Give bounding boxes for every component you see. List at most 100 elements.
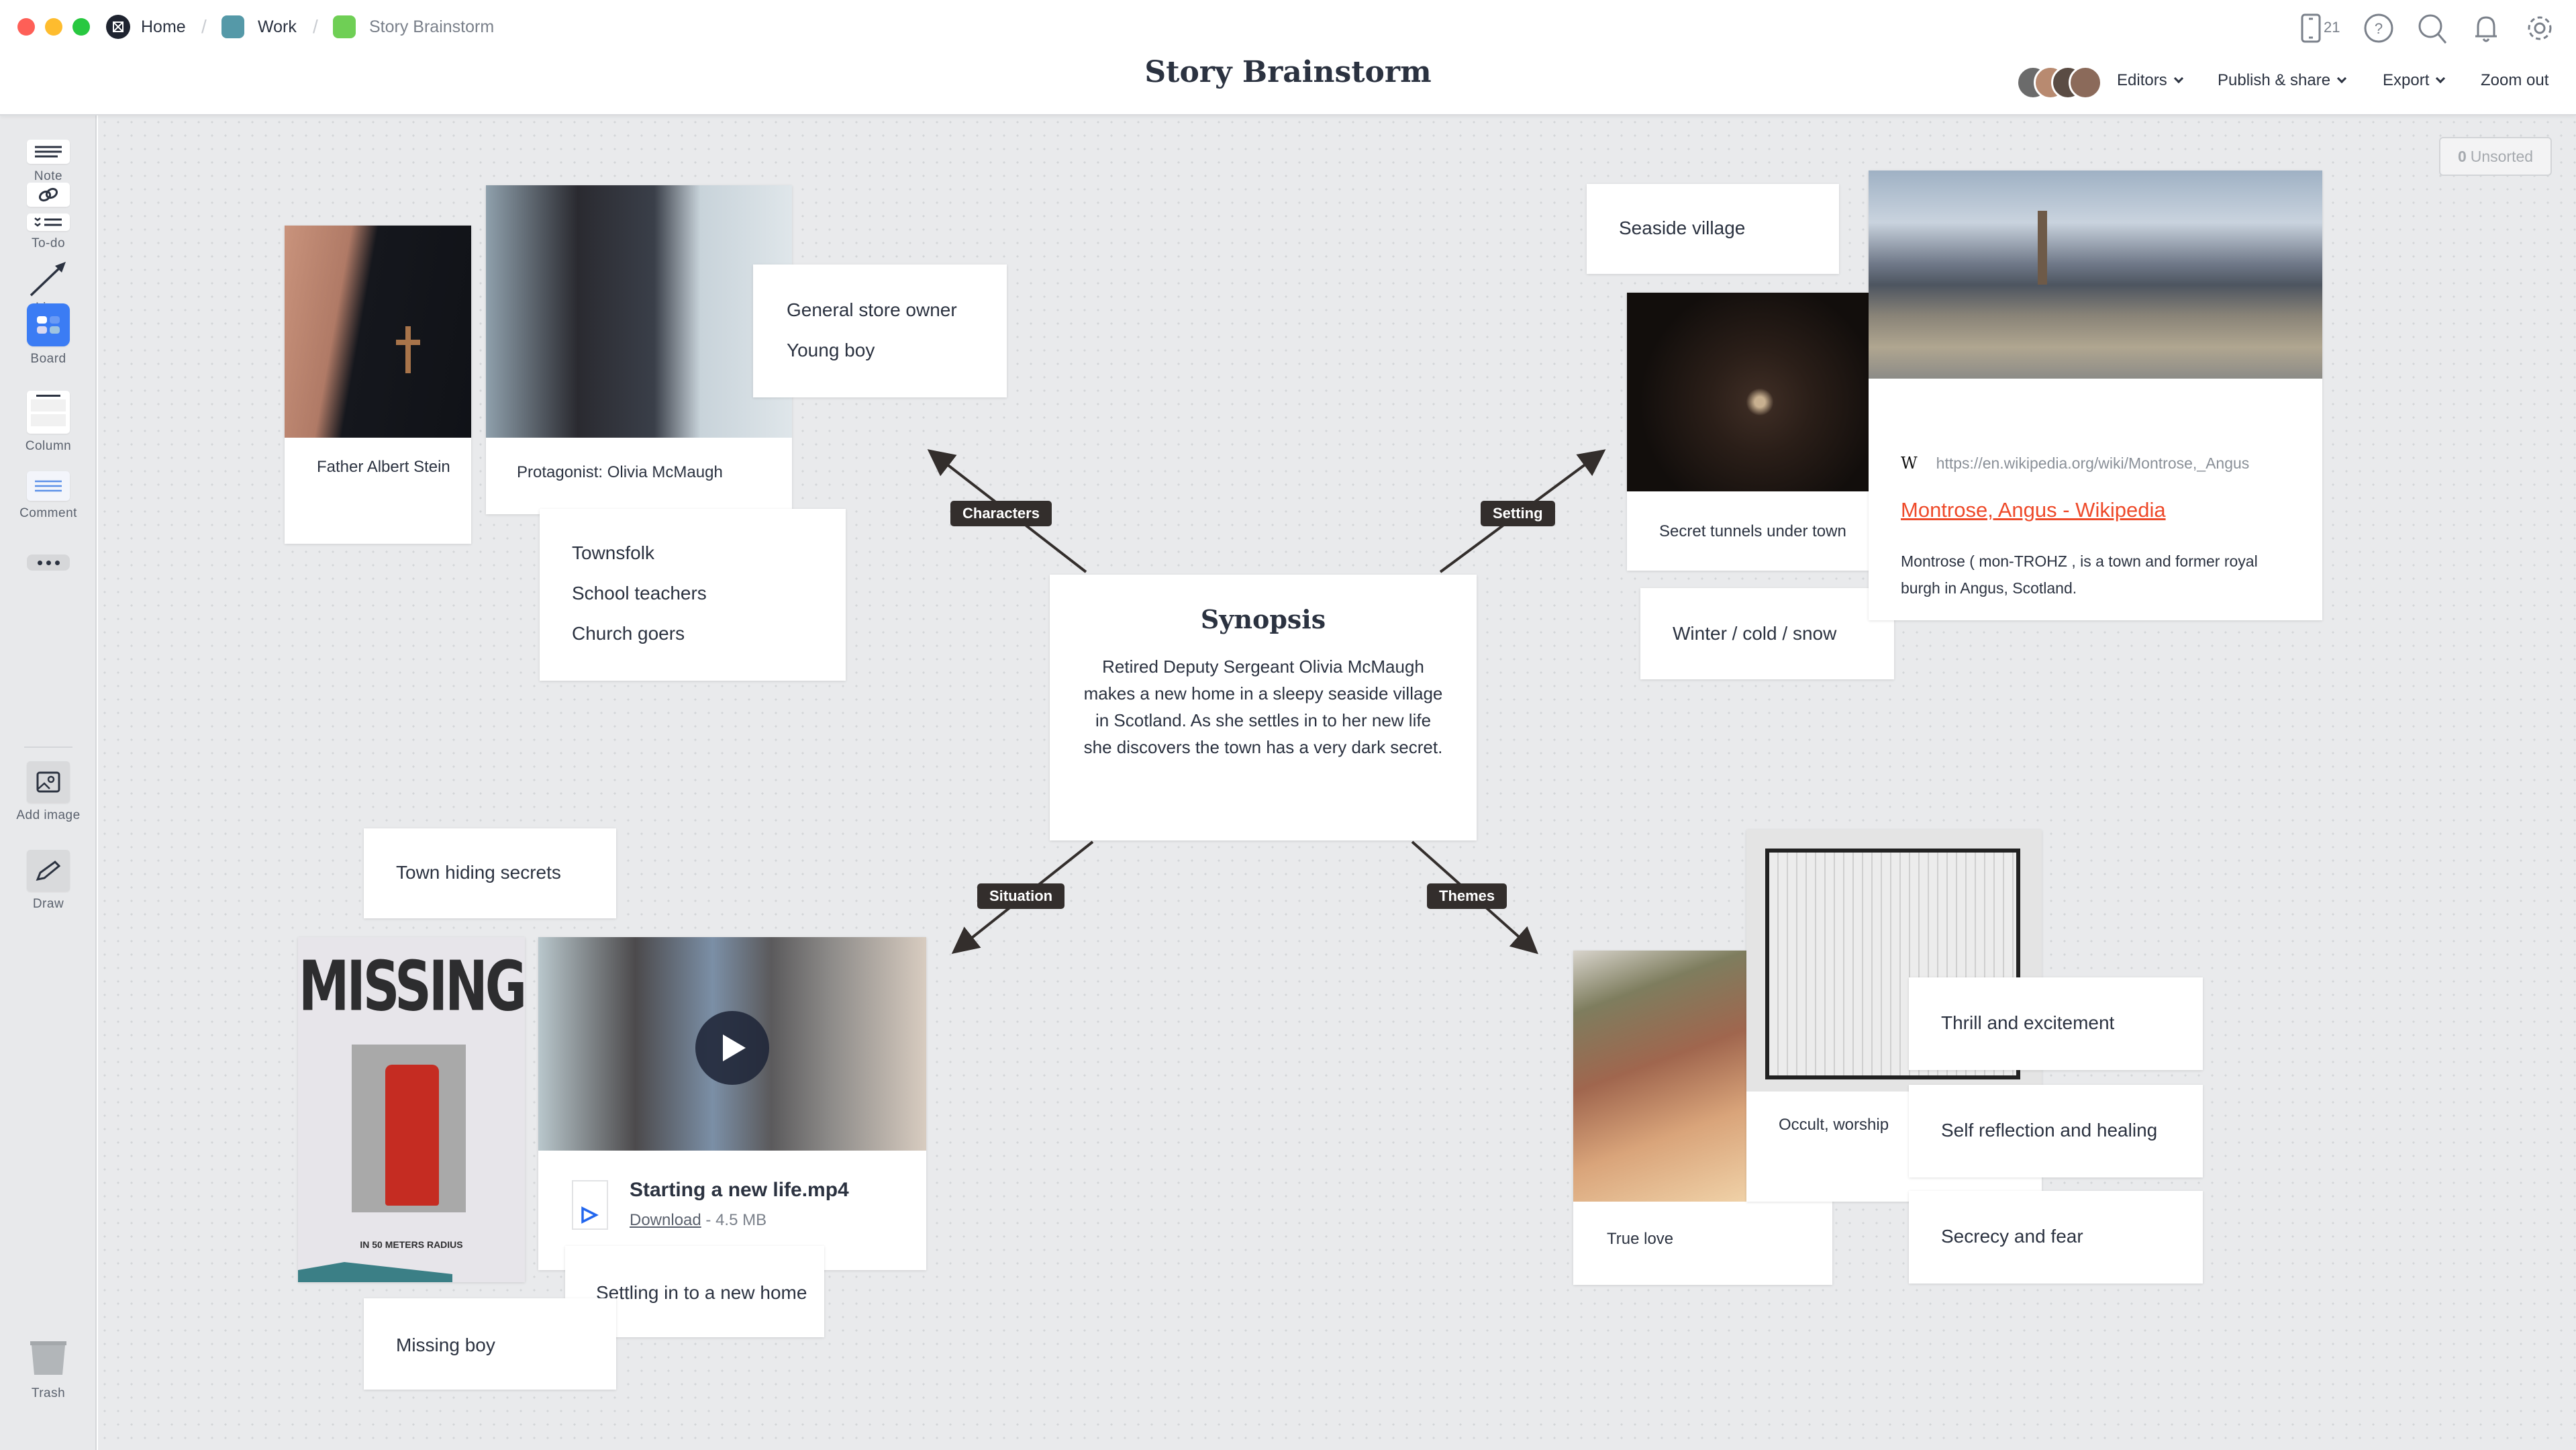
theme-caption: Occult, worship — [1779, 1116, 1889, 1134]
tool-draw[interactable]: Draw — [0, 850, 97, 912]
chevron-down-icon — [2337, 73, 2347, 84]
note-character-groups[interactable]: Townsfolk School teachers Church goers — [540, 509, 846, 681]
breadcrumb-label: Work — [258, 17, 297, 36]
unsorted-button[interactable]: 0 Unsorted — [2439, 137, 2552, 176]
list-item: General store owner — [787, 299, 957, 320]
breadcrumb-home[interactable]: Home — [106, 15, 186, 39]
close-window-button[interactable] — [17, 18, 35, 36]
note-secrecy[interactable]: Secrecy and fear — [1909, 1191, 2203, 1284]
tool-label: Board — [30, 352, 66, 366]
column-icon — [27, 391, 70, 434]
setting-caption: Secret tunnels under town — [1659, 522, 1846, 540]
tool-note[interactable]: Note — [0, 140, 97, 184]
story-board-icon — [333, 15, 356, 38]
tool-add-image[interactable]: Add image — [0, 761, 97, 823]
list-item: Townsfolk — [572, 542, 654, 563]
maximize-window-button[interactable] — [72, 18, 90, 36]
video-size: - 4.5 MB — [705, 1211, 767, 1229]
breadcrumb-work[interactable]: Work — [221, 15, 297, 39]
editors-label: Editors — [2117, 71, 2167, 89]
work-board-icon — [221, 15, 244, 38]
note-text: Town hiding secrets — [396, 862, 561, 883]
help-icon[interactable]: ? — [2363, 12, 2395, 44]
minimize-window-button[interactable] — [45, 18, 62, 36]
unsorted-label: Unsorted — [2470, 147, 2534, 165]
list-item: School teachers — [572, 583, 707, 603]
wikipedia-favicon-icon: W — [1901, 454, 1918, 473]
note-text: Settling in to a new home — [596, 1282, 807, 1303]
poster-headline: MISSING — [298, 945, 525, 1026]
tool-todo[interactable]: To-do — [0, 213, 97, 251]
connector-label-characters[interactable]: Characters — [950, 501, 1052, 526]
character-card-father[interactable]: Father Albert Stein — [285, 226, 471, 544]
editors-menu[interactable]: Editors — [2117, 71, 2183, 90]
missing-poster-image[interactable]: MISSING IN 50 METERS RADIUS — [298, 937, 525, 1282]
setting-card-tunnels[interactable]: Secret tunnels under town — [1627, 293, 1869, 571]
sidebar-divider — [24, 746, 72, 748]
priest-photo — [285, 226, 471, 438]
breadcrumb-label: Home — [141, 17, 186, 36]
note-text: Seaside village — [1619, 218, 1746, 238]
video-thumbnail[interactable] — [538, 937, 926, 1151]
export-label: Export — [2383, 71, 2430, 89]
connector-label-themes[interactable]: Themes — [1427, 883, 1507, 909]
notifications-bell-icon[interactable] — [2470, 12, 2502, 44]
tool-comment[interactable]: Comment — [0, 471, 97, 521]
character-name: Protagonist: Olivia McMaugh — [517, 463, 723, 481]
publish-label: Publish & share — [2218, 71, 2331, 89]
synopsis-body: Retired Deputy Sergeant Olivia McMaugh m… — [1083, 657, 1443, 757]
note-town-secrets[interactable]: Town hiding secrets — [364, 828, 616, 918]
tool-trash[interactable]: Trash — [0, 1340, 97, 1401]
svg-text:?: ? — [2375, 20, 2383, 37]
play-icon — [723, 1034, 746, 1061]
tunnel-photo — [1627, 293, 1869, 491]
zoom-out-button[interactable]: Zoom out — [2481, 71, 2548, 90]
link-title[interactable]: Montrose, Angus - Wikipedia — [1901, 498, 2166, 522]
video-card[interactable]: Starting a new life.mp4 Download - 4.5 M… — [538, 937, 926, 1270]
note-missing-boy[interactable]: Missing boy — [364, 1298, 616, 1390]
note-thrill[interactable]: Thrill and excitement — [1909, 977, 2203, 1070]
note-text: Secrecy and fear — [1941, 1226, 2083, 1247]
note-seaside-village[interactable]: Seaside village — [1587, 184, 1839, 274]
synopsis-card[interactable]: Synopsis Retired Deputy Sergeant Olivia … — [1050, 575, 1477, 840]
note-character-list[interactable]: General store owner Young boy — [753, 264, 1007, 397]
link-card-wikipedia[interactable]: W https://en.wikipedia.org/wiki/Montrose… — [1869, 171, 2322, 620]
more-icon — [27, 554, 70, 571]
unsorted-count: 0 — [2457, 147, 2467, 165]
tool-more[interactable] — [0, 554, 97, 571]
avatar — [2069, 66, 2102, 99]
hands-photo — [1573, 951, 1750, 1202]
image-icon — [27, 761, 70, 803]
tool-board[interactable]: Board — [0, 303, 97, 367]
board-icon — [27, 303, 70, 346]
character-card-protagonist[interactable]: Protagonist: Olivia McMaugh — [486, 185, 792, 514]
list-item: Church goers — [572, 623, 685, 644]
comment-icon — [27, 471, 70, 501]
note-winter[interactable]: Winter / cold / snow — [1640, 588, 1894, 679]
note-text: Winter / cold / snow — [1673, 623, 1837, 644]
connector-label-situation[interactable]: Situation — [977, 883, 1065, 909]
board-canvas[interactable]: 0 Unsorted Characters Setting Situation T… — [98, 115, 2576, 1450]
character-name: Father Albert Stein — [317, 458, 450, 476]
download-link[interactable]: Download — [630, 1211, 701, 1229]
list-item: Young boy — [787, 340, 875, 360]
search-icon[interactable] — [2416, 12, 2448, 44]
tool-label: To-do — [31, 236, 66, 250]
tool-label: Add image — [16, 808, 81, 822]
publish-share-menu[interactable]: Publish & share — [2218, 71, 2347, 90]
note-self-reflection[interactable]: Self reflection and healing — [1909, 1085, 2203, 1177]
synopsis-title: Synopsis — [1200, 604, 1326, 634]
settings-gear-icon[interactable] — [2524, 12, 2556, 44]
device-icon[interactable] — [2295, 12, 2328, 44]
tool-label: Draw — [32, 897, 64, 911]
connector-label-setting[interactable]: Setting — [1481, 501, 1555, 526]
export-menu[interactable]: Export — [2383, 71, 2446, 90]
breadcrumb-separator: / — [313, 16, 318, 37]
note-text: Missing boy — [396, 1335, 495, 1355]
play-button[interactable] — [695, 1011, 769, 1085]
link-url[interactable]: https://en.wikipedia.org/wiki/Montrose,_… — [1936, 454, 2250, 473]
chevron-down-icon — [2436, 73, 2446, 84]
breadcrumb-story-brainstorm[interactable]: Story Brainstorm — [333, 15, 494, 39]
tool-label: Note — [34, 169, 63, 183]
tool-column[interactable]: Column — [0, 391, 97, 454]
